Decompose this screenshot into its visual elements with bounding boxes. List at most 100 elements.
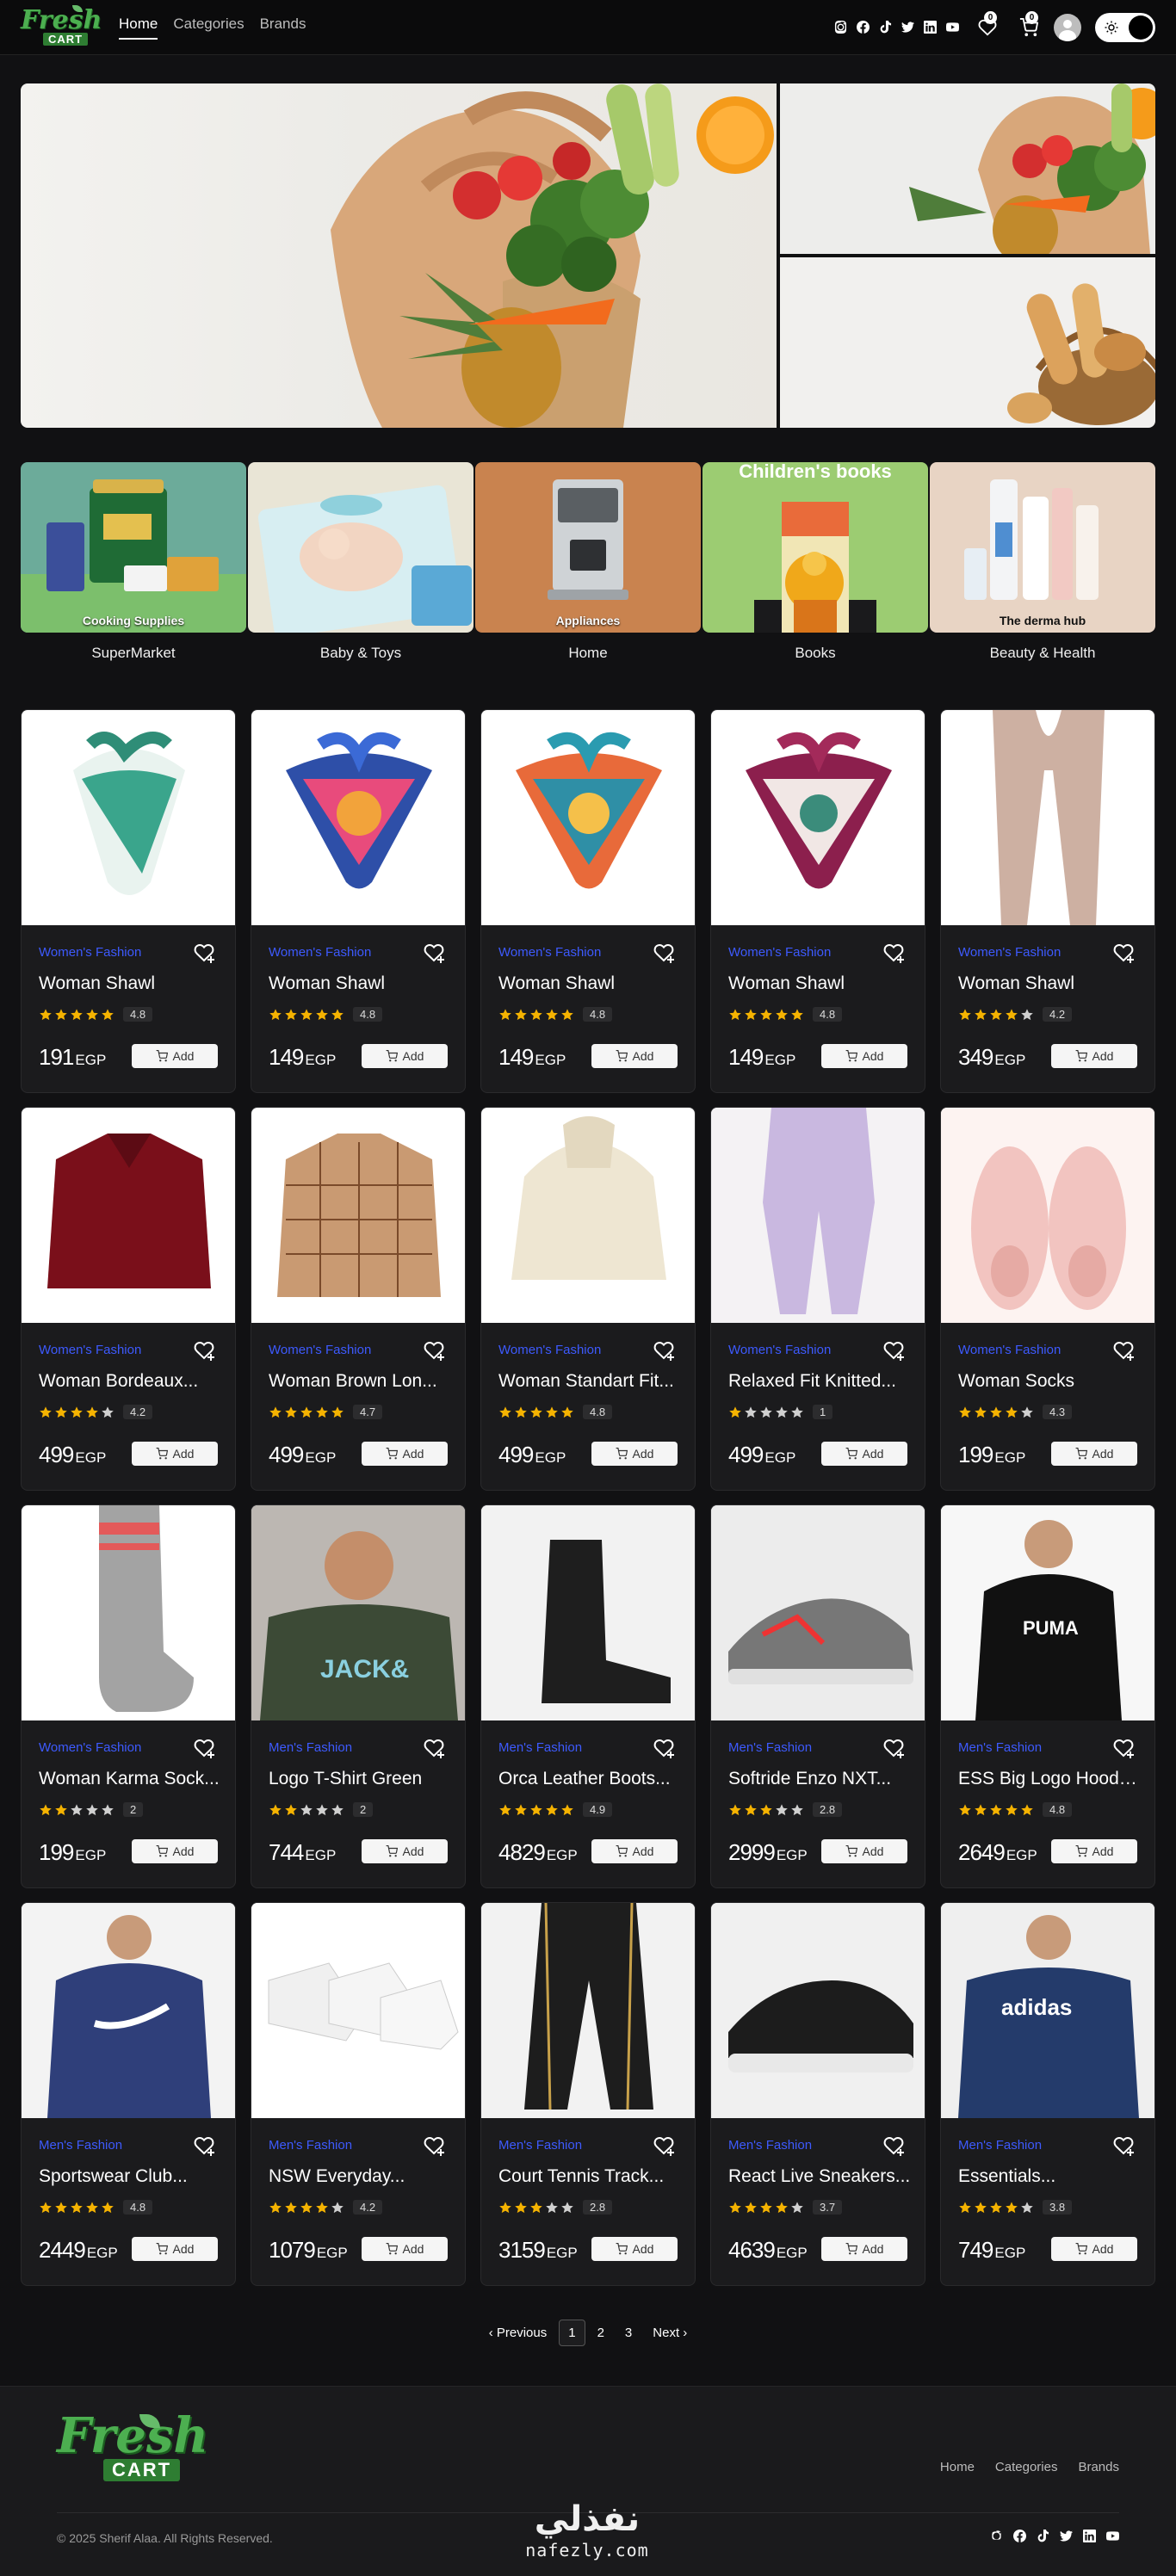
add-to-cart-button[interactable]: Add	[362, 1044, 448, 1068]
product-category[interactable]: Men's Fashion	[269, 2138, 352, 2153]
add-to-cart-button[interactable]: Add	[821, 1044, 907, 1068]
add-to-wishlist-heart-icon[interactable]	[422, 1340, 446, 1362]
product-title[interactable]: Logo T-Shirt Green	[269, 1769, 451, 1789]
add-to-cart-button[interactable]: Add	[132, 1839, 218, 1863]
product-image[interactable]	[251, 710, 465, 925]
product-image[interactable]: JACK&	[251, 1505, 465, 1720]
product-image[interactable]	[251, 1108, 465, 1323]
product-title[interactable]: Orca Leather Boots...	[498, 1769, 681, 1789]
product-category[interactable]: Women's Fashion	[498, 1343, 601, 1357]
add-to-cart-button[interactable]: Add	[591, 1044, 678, 1068]
hero-side-slide-bottom[interactable]	[780, 257, 1155, 428]
twitter-icon[interactable]	[901, 21, 914, 34]
category-item-books[interactable]: Children's books Books	[703, 462, 928, 662]
product-card[interactable]: Women's Fashion Woman Shawl 4.8 149 EGP Add	[710, 709, 925, 1093]
add-to-wishlist-heart-icon[interactable]	[882, 942, 906, 965]
add-to-cart-button[interactable]: Add	[591, 1442, 678, 1466]
product-image[interactable]	[22, 1505, 235, 1720]
add-to-cart-button[interactable]: Add	[362, 1442, 448, 1466]
product-image[interactable]	[481, 1505, 695, 1720]
pagination-page-1[interactable]: 1	[559, 2320, 585, 2346]
product-card[interactable]: adidas Men's Fashion Essentials... 3.8 749 EG…	[940, 1902, 1155, 2286]
product-title[interactable]: Essentials...	[958, 2166, 1141, 2187]
add-to-cart-button[interactable]: Add	[1051, 1044, 1137, 1068]
product-category[interactable]: Women's Fashion	[958, 945, 1061, 960]
product-category[interactable]: Men's Fashion	[498, 1740, 582, 1755]
facebook-icon[interactable]	[1013, 2530, 1026, 2542]
product-category[interactable]: Women's Fashion	[728, 945, 831, 960]
nav-link-brands[interactable]: Brands	[260, 15, 306, 40]
product-title[interactable]: Woman Brown Lon...	[269, 1371, 451, 1392]
product-category[interactable]: Men's Fashion	[958, 2138, 1042, 2153]
product-card[interactable]: Women's Fashion Woman Brown Lon... 4.7 499 E…	[251, 1107, 466, 1491]
product-card[interactable]: Women's Fashion Woman Socks 4.3 199 EGP Add	[940, 1107, 1155, 1491]
product-title[interactable]: Woman Socks	[958, 1371, 1141, 1392]
product-card[interactable]: Men's Fashion Softride Enzo NXT... 2.8 2999…	[710, 1504, 925, 1888]
product-title[interactable]: Woman Shawl	[958, 973, 1141, 994]
facebook-icon[interactable]	[856, 21, 870, 34]
product-card[interactable]: Men's Fashion Court Tennis Track... 2.8 315…	[480, 1902, 696, 2286]
twitter-icon[interactable]	[1060, 2530, 1073, 2542]
add-to-cart-button[interactable]: Add	[1051, 2237, 1137, 2261]
product-title[interactable]: Relaxed Fit Knitted...	[728, 1371, 911, 1392]
instagram-icon[interactable]	[833, 21, 847, 34]
product-image[interactable]	[711, 1903, 925, 2118]
product-category[interactable]: Women's Fashion	[728, 1343, 831, 1357]
add-to-wishlist-heart-icon[interactable]	[422, 942, 446, 965]
product-category[interactable]: Women's Fashion	[269, 1343, 371, 1357]
product-title[interactable]: Softride Enzo NXT...	[728, 1769, 911, 1789]
product-image[interactable]	[711, 710, 925, 925]
product-title[interactable]: Woman Standart Fit...	[498, 1371, 681, 1392]
product-image[interactable]	[711, 1505, 925, 1720]
product-card[interactable]: Women's Fashion Woman Shawl 4.8 191 EGP Add	[21, 709, 236, 1093]
product-image[interactable]	[22, 710, 235, 925]
product-image[interactable]	[941, 710, 1154, 925]
pagination-page-3[interactable]: 3	[616, 2320, 641, 2345]
product-title[interactable]: NSW Everyday...	[269, 2166, 451, 2187]
product-title[interactable]: ESS Big Logo Hoodie...	[958, 1769, 1141, 1789]
product-card[interactable]: Women's Fashion Woman Shawl 4.2 349 EGP Add	[940, 709, 1155, 1093]
tiktok-icon[interactable]	[1037, 2530, 1049, 2542]
product-title[interactable]: Court Tennis Track...	[498, 2166, 681, 2187]
product-card[interactable]: Women's Fashion Woman Bordeaux... 4.2 499 EG…	[21, 1107, 236, 1491]
add-to-cart-button[interactable]: Add	[362, 1839, 448, 1863]
add-to-wishlist-heart-icon[interactable]	[192, 2135, 216, 2158]
category-item-baby-toys[interactable]: Baby & Toys	[248, 462, 473, 662]
product-category[interactable]: Women's Fashion	[498, 945, 601, 960]
product-category[interactable]: Men's Fashion	[269, 1740, 352, 1755]
product-title[interactable]: Woman Bordeaux...	[39, 1371, 221, 1392]
add-to-cart-button[interactable]: Add	[132, 2237, 218, 2261]
add-to-wishlist-heart-icon[interactable]	[882, 1738, 906, 1760]
product-category[interactable]: Men's Fashion	[958, 1740, 1042, 1755]
product-card[interactable]: Women's Fashion Relaxed Fit Knitted... 1 49…	[710, 1107, 925, 1491]
pagination-next[interactable]: Next ›	[644, 2320, 696, 2345]
product-category[interactable]: Men's Fashion	[498, 2138, 582, 2153]
theme-toggle[interactable]	[1095, 12, 1155, 42]
product-title[interactable]: Sportswear Club...	[39, 2166, 221, 2187]
nav-link-home[interactable]: Home	[119, 15, 158, 40]
tiktok-icon[interactable]	[878, 21, 892, 34]
product-category[interactable]: Men's Fashion	[728, 1740, 812, 1755]
add-to-wishlist-heart-icon[interactable]	[1111, 2135, 1136, 2158]
add-to-wishlist-heart-icon[interactable]	[652, 942, 676, 965]
product-card[interactable]: Men's Fashion Orca Leather Boots... 4.9 482…	[480, 1504, 696, 1888]
category-item-beauty-health[interactable]: The derma hub Beauty & Health	[930, 462, 1155, 662]
product-image[interactable]	[22, 1903, 235, 2118]
add-to-cart-button[interactable]: Add	[821, 1442, 907, 1466]
cart-button[interactable]: 0	[1016, 10, 1042, 40]
product-category[interactable]: Women's Fashion	[958, 1343, 1061, 1357]
product-card[interactable]: Men's Fashion NSW Everyday... 4.2 1079 EGP Ad…	[251, 1902, 466, 2286]
product-card[interactable]: Men's Fashion React Live Sneakers... 3.7 46…	[710, 1902, 925, 2286]
wishlist-button[interactable]: 0	[975, 10, 1000, 40]
add-to-wishlist-heart-icon[interactable]	[652, 2135, 676, 2158]
product-category[interactable]: Women's Fashion	[39, 1740, 141, 1755]
add-to-wishlist-heart-icon[interactable]	[1111, 1738, 1136, 1760]
product-image[interactable]	[251, 1903, 465, 2118]
add-to-wishlist-heart-icon[interactable]	[422, 1738, 446, 1760]
add-to-cart-button[interactable]: Add	[132, 1044, 218, 1068]
category-item-home[interactable]: Appliances Home	[475, 462, 701, 662]
footer-link-brands[interactable]: Brands	[1078, 2460, 1119, 2474]
add-to-cart-button[interactable]: Add	[591, 2237, 678, 2261]
product-category[interactable]: Women's Fashion	[39, 1343, 141, 1357]
instagram-icon[interactable]	[990, 2530, 1003, 2542]
